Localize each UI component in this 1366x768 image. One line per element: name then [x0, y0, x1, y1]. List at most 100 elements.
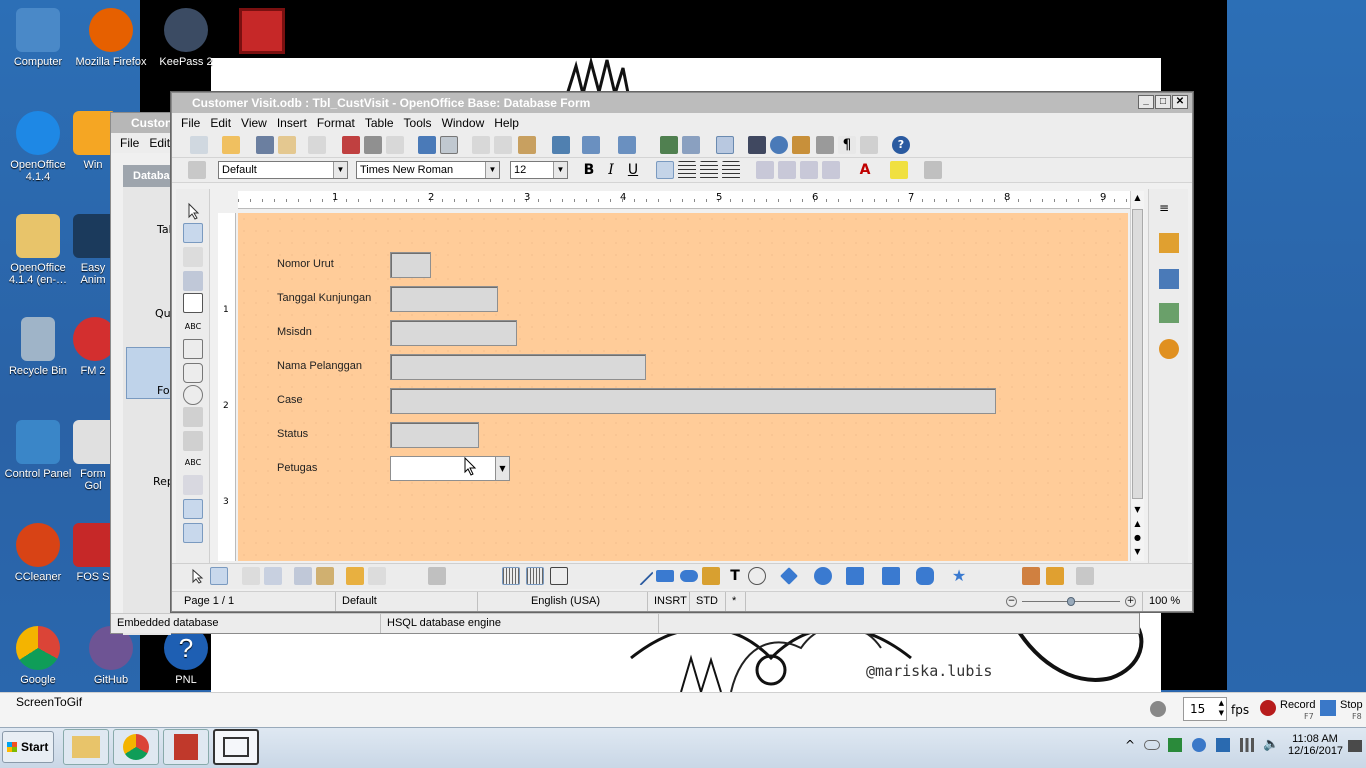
win-icon[interactable]: Win: [73, 111, 113, 171]
freeform-icon[interactable]: [702, 567, 720, 585]
fos-icon[interactable]: FOS S: [73, 523, 113, 583]
firefox-icon[interactable]: Mozilla Firefox: [73, 8, 149, 68]
rectangle-icon[interactable]: [656, 570, 674, 582]
zoom-in-icon[interactable]: +: [1125, 596, 1136, 607]
copy-icon[interactable]: [494, 136, 512, 154]
zoom-out-icon[interactable]: −: [1006, 596, 1017, 607]
gallery-icon[interactable]: [1159, 303, 1179, 323]
navigator-icon[interactable]: [770, 136, 788, 154]
upload-icon[interactable]: [1192, 738, 1206, 752]
fontwork-icon[interactable]: [1046, 567, 1064, 585]
record-icon[interactable]: [1260, 700, 1276, 716]
vertical-scrollbar[interactable]: ▲ ▼ ▲ ● ▼: [1130, 191, 1144, 561]
export-pdf-icon[interactable]: [342, 136, 360, 154]
cloud-icon[interactable]: [1144, 740, 1160, 750]
taskbar-openoffice[interactable]: [163, 729, 209, 765]
snap-to-grid-icon[interactable]: [526, 567, 544, 585]
underline-icon[interactable]: U: [624, 161, 642, 179]
numbering-icon[interactable]: [756, 161, 774, 179]
zoom-slider[interactable]: − +: [1006, 596, 1136, 608]
pilcrow-icon[interactable]: ¶: [838, 136, 856, 154]
field-case[interactable]: [390, 388, 996, 414]
anchor-icon[interactable]: [428, 567, 446, 585]
menu-table[interactable]: Table: [365, 116, 394, 130]
next-page-icon[interactable]: ▼: [1131, 545, 1144, 559]
scroll-up-icon[interactable]: ▲: [1131, 191, 1144, 205]
symbol-shapes-icon[interactable]: [814, 567, 832, 585]
stepper-icon[interactable]: ▲ ▼: [1219, 698, 1224, 718]
paste-icon[interactable]: [518, 136, 536, 154]
status-selection-mode[interactable]: STD: [690, 592, 726, 611]
form-icon[interactable]: [264, 567, 282, 585]
menu-file[interactable]: File: [120, 136, 139, 150]
dropbox-icon[interactable]: [1216, 738, 1230, 752]
computer-icon[interactable]: Computer: [0, 8, 76, 68]
navigator-icon[interactable]: [1159, 339, 1179, 359]
signal-icon[interactable]: [1240, 738, 1254, 752]
new-icon[interactable]: [190, 136, 208, 154]
wizards-icon[interactable]: [183, 523, 203, 543]
zoom-icon[interactable]: [860, 136, 878, 154]
line-icon[interactable]: [628, 560, 654, 586]
field-nama-pelanggan[interactable]: [390, 354, 646, 380]
menu-view[interactable]: View: [241, 116, 267, 130]
scroll-down-icon[interactable]: ▼: [1131, 503, 1144, 517]
minimize-icon[interactable]: _: [1138, 95, 1154, 109]
background-color-icon[interactable]: [924, 161, 942, 179]
github-icon[interactable]: GitHub: [73, 626, 149, 686]
from-file-icon[interactable]: [1022, 567, 1040, 585]
keepass-icon[interactable]: KeePass 2: [148, 8, 224, 68]
field-msisdn[interactable]: [390, 320, 517, 346]
field-status[interactable]: [390, 422, 479, 448]
highlighting-icon[interactable]: [890, 161, 908, 179]
menu-help[interactable]: Help: [494, 116, 519, 130]
extrusion-icon[interactable]: [1076, 567, 1094, 585]
find-icon[interactable]: [748, 136, 766, 154]
decrease-indent-icon[interactable]: [800, 161, 818, 179]
design-mode-icon[interactable]: [183, 223, 203, 243]
show-hidden-icons-icon[interactable]: ^: [1125, 738, 1135, 752]
print-icon[interactable]: [364, 136, 382, 154]
guides-icon[interactable]: [550, 567, 568, 585]
status-page[interactable]: Page 1 / 1: [178, 592, 336, 611]
menu-tools[interactable]: Tools: [404, 116, 432, 130]
data-sources-icon[interactable]: [816, 136, 834, 154]
scroll-thumb[interactable]: [1132, 209, 1143, 499]
field-nomor-urut[interactable]: [390, 252, 431, 278]
push-button-icon[interactable]: [183, 363, 203, 383]
stop-button[interactable]: Stop: [1340, 699, 1363, 711]
align-right-icon[interactable]: [700, 161, 718, 179]
flowchart-icon[interactable]: [882, 567, 900, 585]
gallery-icon[interactable]: [792, 136, 810, 154]
callouts-icon[interactable]: [916, 567, 934, 585]
taskbar-explorer[interactable]: [63, 729, 109, 765]
display-grid-icon[interactable]: [502, 567, 520, 585]
paragraph-style-select[interactable]: Default ▼: [218, 161, 348, 179]
network-share-icon[interactable]: [1168, 738, 1182, 752]
stop-icon[interactable]: [1320, 700, 1336, 716]
close-icon[interactable]: ✕: [1172, 95, 1188, 109]
text-icon[interactable]: T: [726, 567, 744, 585]
status-zoom[interactable]: 100 %: [1142, 592, 1190, 611]
autospellcheck-icon[interactable]: [440, 136, 458, 154]
help-icon[interactable]: ?: [892, 136, 910, 154]
chevron-down-icon[interactable]: ▼: [495, 457, 509, 480]
page-preview-icon[interactable]: [386, 136, 404, 154]
form-canvas[interactable]: Nomor Urut Tanggal Kunjungan Msisdn Nama…: [238, 213, 1128, 561]
block-arrows-icon[interactable]: [846, 567, 864, 585]
sidebar-menu-icon[interactable]: ≡: [1159, 201, 1169, 215]
menu-format[interactable]: Format: [317, 116, 355, 130]
select-icon[interactable]: [183, 201, 203, 221]
ellipse-icon[interactable]: [680, 570, 698, 582]
align-center-icon[interactable]: [678, 161, 696, 179]
font-color-icon[interactable]: A: [856, 161, 874, 179]
status-insert-mode[interactable]: INSRT: [648, 592, 690, 611]
option-button-icon[interactable]: [183, 385, 203, 405]
open-icon[interactable]: [222, 136, 240, 154]
status-language[interactable]: English (USA): [478, 592, 648, 611]
chevron-down-icon[interactable]: ▼: [553, 162, 567, 178]
cut-icon[interactable]: [472, 136, 490, 154]
list-box-icon[interactable]: [183, 407, 203, 427]
design-mode-icon[interactable]: [210, 567, 228, 585]
chevron-down-icon[interactable]: ▼: [485, 162, 499, 178]
